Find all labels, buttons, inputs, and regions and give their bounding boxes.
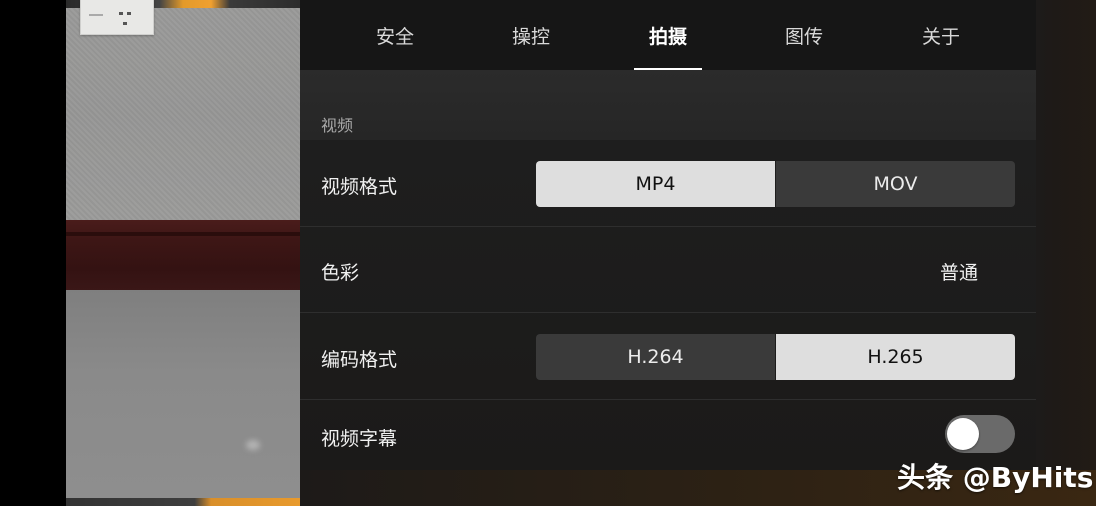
toggle-knob xyxy=(947,418,979,450)
video-subtitles-toggle[interactable] xyxy=(945,415,1015,453)
tab-transmission[interactable]: 图传 xyxy=(744,0,864,70)
watermark-text: 头条 @ByHits xyxy=(897,461,1094,494)
color-value[interactable]: 普通 xyxy=(940,258,978,285)
encoding-h265-option[interactable]: H.265 xyxy=(776,334,1015,380)
tab-camera[interactable]: 拍摄 xyxy=(608,0,728,70)
tab-safety[interactable]: 安全 xyxy=(335,0,455,70)
color-label: 色彩 xyxy=(321,262,360,284)
encoding-format-label: 编码格式 xyxy=(321,349,398,371)
encoding-h264-option[interactable]: H.264 xyxy=(536,334,775,380)
row-divider xyxy=(300,399,1036,400)
video-format-mov-option[interactable]: MOV xyxy=(776,161,1015,207)
row-divider xyxy=(300,226,1036,227)
tab-control[interactable]: 操控 xyxy=(471,0,591,70)
camera-preview[interactable] xyxy=(66,0,300,506)
video-format-label: 视频格式 xyxy=(321,176,398,198)
video-format-mp4-option[interactable]: MP4 xyxy=(536,161,775,207)
section-header xyxy=(300,70,1036,140)
tab-about[interactable]: 关于 xyxy=(881,0,1001,70)
video-subtitles-label: 视频字幕 xyxy=(321,428,398,450)
camera-baseboard xyxy=(66,220,300,290)
camera-floor xyxy=(66,290,300,498)
camera-wall xyxy=(66,8,300,220)
section-title: 视频 xyxy=(321,116,354,135)
settings-tab-bar: 安全 操控 拍摄 图传 关于 xyxy=(300,0,1036,70)
row-divider xyxy=(300,312,1036,313)
settings-panel: 安全 操控 拍摄 图传 关于 视频 视频格式 MP4 MOV 色彩 普通 编码格… xyxy=(300,0,1096,506)
app-screen: 安全 操控 拍摄 图传 关于 视频 视频格式 MP4 MOV 色彩 普通 编码格… xyxy=(0,0,1096,506)
wall-socket xyxy=(80,0,154,35)
camera-bottom-strip xyxy=(66,498,300,506)
